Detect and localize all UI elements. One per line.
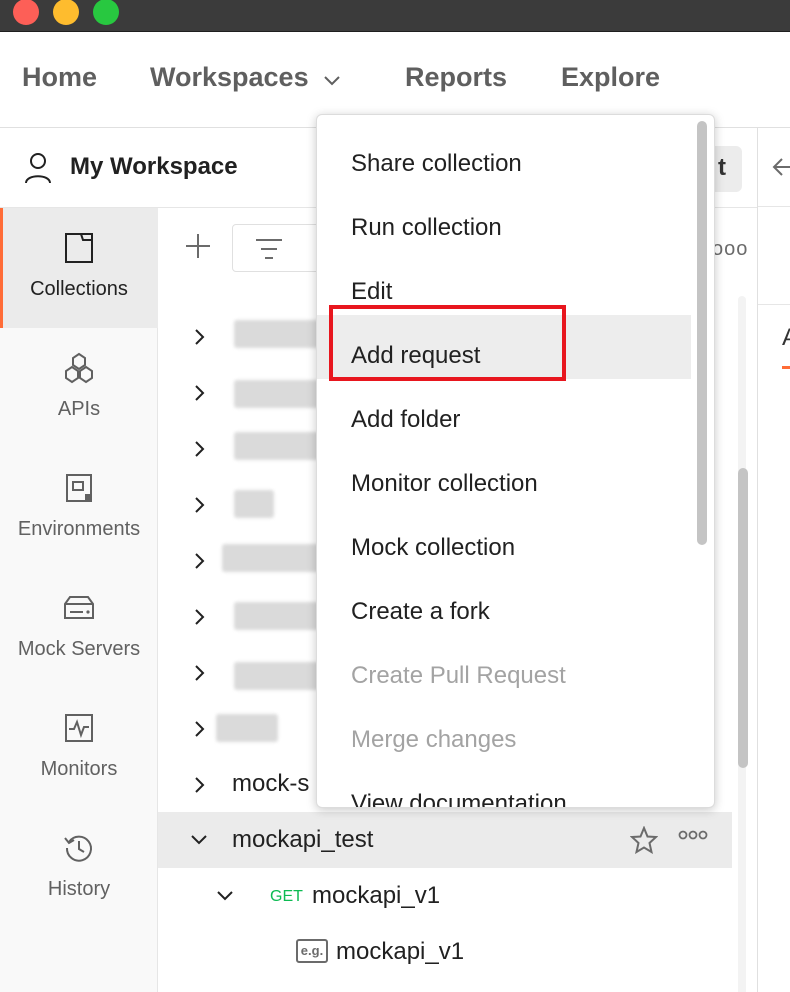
menu-item-run-collection[interactable]: Run collection	[317, 187, 691, 251]
nav-workspaces-label: Workspaces	[150, 62, 309, 92]
redacted-collection-name	[234, 662, 322, 690]
maximize-window-button[interactable]	[93, 0, 119, 25]
example-icon: e.g.	[296, 939, 328, 963]
menu-item-merge-changes: Merge changes	[317, 699, 691, 763]
example-name: mockapi_v1	[336, 938, 465, 965]
menu-item-add-folder[interactable]: Add folder	[317, 379, 691, 443]
redacted-collection-name	[216, 714, 278, 742]
divider	[758, 304, 790, 305]
menu-item-view-documentation[interactable]: View documentation	[317, 763, 691, 808]
menu-item-label: Run collection	[351, 214, 502, 241]
collection-name: mockapi_test	[232, 826, 374, 853]
http-method-badge: GET	[270, 888, 303, 905]
sidebar-item-label: Environments	[17, 518, 141, 540]
sidebar-item-environments[interactable]: Environments	[0, 448, 158, 568]
nav-home[interactable]: Home	[22, 62, 97, 93]
menu-item-label: Mock collection	[351, 534, 516, 561]
example-row[interactable]: e.g. mockapi_v1	[158, 924, 738, 980]
redacted-collection-name	[234, 320, 320, 348]
chevron-down-icon	[323, 63, 341, 94]
left-sidebar: Collections APIs Environments Mock Serve…	[0, 208, 158, 992]
add-collection-button[interactable]	[184, 232, 212, 265]
menu-item-label: Add folder	[351, 406, 461, 433]
chevron-right-icon	[195, 777, 205, 793]
menu-item-create-fork[interactable]: Create a fork	[317, 571, 691, 635]
sidebar-item-label: Mock Servers	[17, 638, 141, 660]
chevron-down-icon	[191, 835, 207, 845]
redacted-collection-name	[234, 490, 274, 518]
menu-item-label: Share collection	[351, 150, 522, 177]
menu-item-share-collection[interactable]: Share collection	[317, 123, 691, 187]
close-window-button[interactable]	[13, 0, 39, 25]
active-tab-indicator	[782, 366, 790, 369]
mock-servers-icon	[64, 596, 94, 619]
menu-item-mock-collection[interactable]: Mock collection	[317, 507, 691, 571]
annotation-highlight-box	[329, 305, 566, 381]
sidebar-item-label: History	[47, 878, 111, 900]
menu-item-label: Merge changes	[351, 726, 517, 753]
menu-item-label: Edit	[351, 278, 393, 305]
filter-icon	[256, 239, 282, 259]
minimize-window-button[interactable]	[53, 0, 79, 25]
window-title-bar	[0, 0, 790, 32]
menu-item-label: Create Pull Request	[351, 662, 566, 689]
plus-icon	[186, 234, 210, 258]
sidebar-item-mock-servers[interactable]: Mock Servers	[0, 568, 158, 688]
sidebar-item-history[interactable]: History	[0, 808, 158, 928]
menu-item-monitor-collection[interactable]: Monitor collection	[317, 443, 691, 507]
menu-item-label: Create a fork	[351, 598, 490, 625]
chevron-right-icon	[195, 609, 205, 625]
user-icon	[24, 152, 52, 189]
chevron-right-icon	[195, 441, 205, 457]
monitors-icon	[65, 714, 93, 742]
chevron-right-icon	[195, 721, 205, 737]
nav-workspaces[interactable]: Workspaces	[150, 62, 341, 94]
sidebar-scrollbar[interactable]	[738, 468, 748, 768]
collection-context-menu: Share collection Run collection Edit Add…	[316, 114, 715, 808]
sidebar-item-collections[interactable]: Collections	[0, 208, 158, 328]
menu-item-create-pull-request: Create Pull Request	[317, 635, 691, 699]
chevron-right-icon	[195, 553, 205, 569]
divider	[758, 206, 790, 207]
arrow-left-icon[interactable]	[772, 156, 790, 183]
right-pane: A	[757, 128, 790, 992]
workspace-title: My Workspace	[70, 153, 238, 180]
sidebar-item-label: Collections	[30, 278, 128, 300]
chevron-right-icon	[195, 497, 205, 513]
menu-item-label: View documentation	[351, 790, 567, 808]
environments-icon	[66, 474, 92, 502]
sidebar-item-label: APIs	[57, 398, 101, 420]
sidebar-item-apis[interactable]: APIs	[0, 328, 158, 448]
collections-icon	[65, 233, 93, 263]
request-row[interactable]: GET mockapi_v1	[158, 868, 738, 924]
collection-name: mock-s	[232, 770, 310, 797]
apis-icon	[65, 352, 93, 384]
history-icon	[64, 835, 92, 862]
request-name: mockapi_v1	[312, 882, 441, 909]
more-options-icon[interactable]: ooo	[712, 238, 748, 261]
redacted-collection-name	[234, 602, 322, 630]
chevron-right-icon	[195, 385, 205, 401]
chevron-right-icon	[195, 329, 205, 345]
redacted-collection-name	[234, 380, 322, 408]
nav-explore[interactable]: Explore	[561, 62, 660, 93]
chevron-down-icon	[217, 891, 233, 901]
redacted-collection-name	[222, 544, 322, 572]
redacted-collection-name	[234, 432, 322, 460]
menu-scrollbar[interactable]	[697, 121, 707, 803]
star-icon[interactable]	[630, 826, 658, 854]
sidebar-item-monitors[interactable]: Monitors	[0, 688, 158, 808]
import-button-label: t	[718, 154, 726, 181]
collection-row-selected[interactable]: mockapi_test	[158, 812, 732, 868]
sidebar-item-label: Monitors	[40, 758, 118, 780]
nav-reports[interactable]: Reports	[405, 62, 507, 93]
right-pane-tab[interactable]: A	[782, 324, 790, 352]
chevron-right-icon	[195, 665, 205, 681]
more-options-icon[interactable]	[678, 830, 708, 840]
menu-item-label: Monitor collection	[351, 470, 538, 497]
